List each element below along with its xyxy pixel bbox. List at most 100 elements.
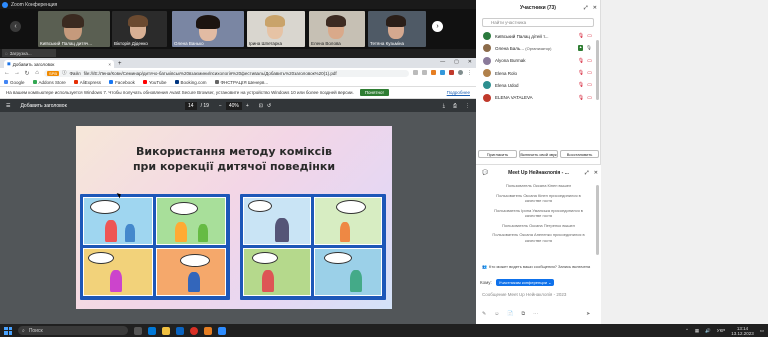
bookmark-aliexpress[interactable]: AliExpress [73, 80, 101, 85]
infobar-ok-button[interactable]: Понятно! [359, 89, 389, 96]
participant-row[interactable]: Elena Rolo 🎙 ▭ [476, 67, 600, 79]
pdf-viewport[interactable]: Використання методу коміксів при корекці… [0, 112, 476, 324]
chat-visibility-notice[interactable]: 👥 Кто может видеть ваши сообщения? Запис… [482, 264, 600, 269]
file-explorer-icon[interactable] [162, 326, 170, 335]
video-tile[interactable]: Вікторія Діденко [112, 11, 167, 47]
bookmark-label: Google [10, 79, 25, 85]
task-view-icon[interactable] [134, 326, 142, 335]
reload-icon[interactable]: ↻ [24, 70, 30, 77]
infobar-more-link[interactable]: Подробнее [447, 90, 470, 95]
bookmark-youtube[interactable]: YouTube [142, 80, 167, 85]
send-icon[interactable]: ➤ [586, 311, 590, 317]
participant-row[interactable]: Олена Баль... (Организатор) ▲ 🎙 [476, 42, 600, 54]
zoom-input[interactable]: 40% [225, 101, 242, 110]
video-tile[interactable]: Олена Ванько [172, 11, 244, 47]
youtube-icon [142, 80, 147, 84]
video-tile[interactable]: Тетяна Кузьміна [368, 11, 426, 47]
bookmark-addons-store[interactable]: Addons Store [32, 80, 66, 85]
share-icon[interactable] [413, 70, 418, 75]
menu-icon[interactable]: ⋮ [467, 70, 472, 76]
gallery-prev-button[interactable]: ‹ [10, 21, 21, 32]
download-icon[interactable]: ⤓ [443, 103, 445, 109]
avast-browser-icon[interactable] [204, 326, 212, 335]
tray-arrow-icon[interactable]: ⌃ [685, 328, 689, 334]
notifications-icon[interactable]: ▭ [760, 328, 764, 334]
restore-button[interactable]: Восстановить [560, 150, 599, 158]
page-number-input[interactable]: 14 [185, 101, 197, 110]
hamburger-menu-icon[interactable]: ☰ [6, 103, 10, 109]
extension-icon[interactable] [440, 70, 445, 75]
video-tile[interactable]: Київський Палац дитяч... [38, 11, 110, 47]
taskbar-search[interactable]: ⌕ Поиск [18, 326, 128, 335]
format-icon[interactable]: ✎ [482, 311, 486, 317]
new-tab-button[interactable]: + [118, 61, 122, 67]
tile-name: Елена Волова [311, 41, 341, 46]
popout-icon[interactable]: ⤢ [584, 5, 588, 11]
participant-row[interactable]: ELENA VATALEVA 🎙 ▭ [476, 91, 600, 103]
participant-search-input[interactable]: Найти участника [482, 18, 594, 27]
zoom-app-icon[interactable] [218, 326, 226, 335]
volume-icon[interactable]: 🔊 [705, 328, 711, 334]
attach-file-icon[interactable]: 📄 [507, 311, 513, 317]
clock[interactable]: 13:14 13.12.2023 [731, 326, 754, 336]
chat-header: 💬 Meet Up Нейнаклопія - ... ⤢ ✕ [476, 165, 601, 181]
maximize-icon[interactable]: ▢ [454, 59, 459, 65]
chat-scrollbar[interactable] [596, 185, 599, 255]
video-tile[interactable]: Елена Волова [309, 11, 365, 47]
participant-list: Київський Палац дітей т... 🎙 ▭ Олена Баль… [476, 30, 600, 104]
avast-extension-icon[interactable] [431, 70, 436, 75]
zoom-out-icon[interactable]: − [219, 103, 222, 109]
close-icon[interactable]: × [108, 62, 111, 67]
close-icon[interactable]: ✕ [593, 5, 597, 11]
fit-page-icon[interactable]: ⊡ [259, 103, 263, 109]
unmute-button[interactable]: Включить свой звук [519, 150, 558, 158]
network-icon[interactable]: ▦ [695, 328, 699, 334]
screenshot-icon[interactable]: ⧉ [522, 311, 526, 317]
opera-icon[interactable] [190, 326, 198, 335]
close-icon[interactable]: ✕ [594, 170, 598, 176]
participant-name-text: Олена Баль... [495, 45, 524, 51]
tab-label: Добавить заголовок [12, 61, 55, 67]
popout-icon[interactable]: ⤢ [585, 170, 589, 176]
gallery-next-button[interactable]: › [432, 21, 443, 32]
participant-row[interactable]: Київський Палац дітей т... 🎙 ▭ [476, 30, 600, 42]
print-icon[interactable]: ⎙ [453, 103, 457, 109]
chat-input[interactable]: Сообщение Meet Up Нейнаклопія - 2023 [482, 292, 566, 297]
more-options-icon[interactable]: ⋮ [465, 103, 470, 109]
edge-icon[interactable] [148, 326, 156, 335]
extension-icon[interactable] [449, 70, 454, 75]
bookmark-booking[interactable]: Booking.com [174, 80, 207, 85]
address-bar[interactable]: SPB ⓘ Файл file:///E:/Лена/Ковн/Семинар/… [44, 69, 409, 77]
invite-button[interactable]: Пригласить [478, 150, 517, 158]
panel-controls: ⤢ ✕ [584, 5, 597, 11]
home-icon[interactable]: ⌂ [34, 70, 40, 76]
participants-scrollbar[interactable] [596, 40, 599, 100]
profile-avatar[interactable] [458, 70, 463, 75]
secure-badge: SPB [47, 70, 60, 76]
close-window-icon[interactable]: ✕ [468, 59, 472, 65]
store-icon[interactable] [176, 326, 184, 335]
zoom-in-icon[interactable]: + [246, 103, 249, 109]
recipient-select[interactable]: Участникам конференции ⌄ [495, 279, 555, 286]
more-icon[interactable]: ⋯ [533, 311, 538, 317]
addons-icon [32, 80, 37, 84]
bookmark-other[interactable]: ФНСТРАЦІЯ Шенерв... [214, 80, 268, 85]
bookmark-facebook[interactable]: Facebook [109, 80, 135, 85]
system-message: Пользователь Оксана Кінен присоединился … [496, 192, 581, 204]
start-button[interactable] [4, 326, 12, 335]
language-indicator[interactable]: УКР [717, 328, 725, 333]
bookmark-google[interactable]: Google [4, 80, 25, 85]
participant-name: Олена Баль... (Организатор) [495, 46, 574, 51]
browser-tab[interactable]: ◼ Добавить заголовок × [4, 60, 114, 68]
back-icon[interactable]: ← [4, 70, 10, 76]
participant-name: Alyona Burmak [495, 58, 526, 64]
video-tile[interactable]: Ірина Шпетарка [247, 11, 305, 47]
emoji-icon[interactable]: ☺ [494, 311, 499, 317]
bookmark-star-icon[interactable] [422, 70, 427, 75]
participant-row[interactable]: Alyona Burmak 🎙 ▭ [476, 55, 600, 67]
tile-name: Олена Ванько [174, 41, 204, 46]
forward-icon[interactable]: → [14, 70, 20, 76]
rotate-icon[interactable]: ↺ [267, 103, 271, 109]
participant-row[interactable]: Elena Udod 🎙 ▭ [476, 79, 600, 91]
minimize-icon[interactable]: — [440, 59, 445, 65]
